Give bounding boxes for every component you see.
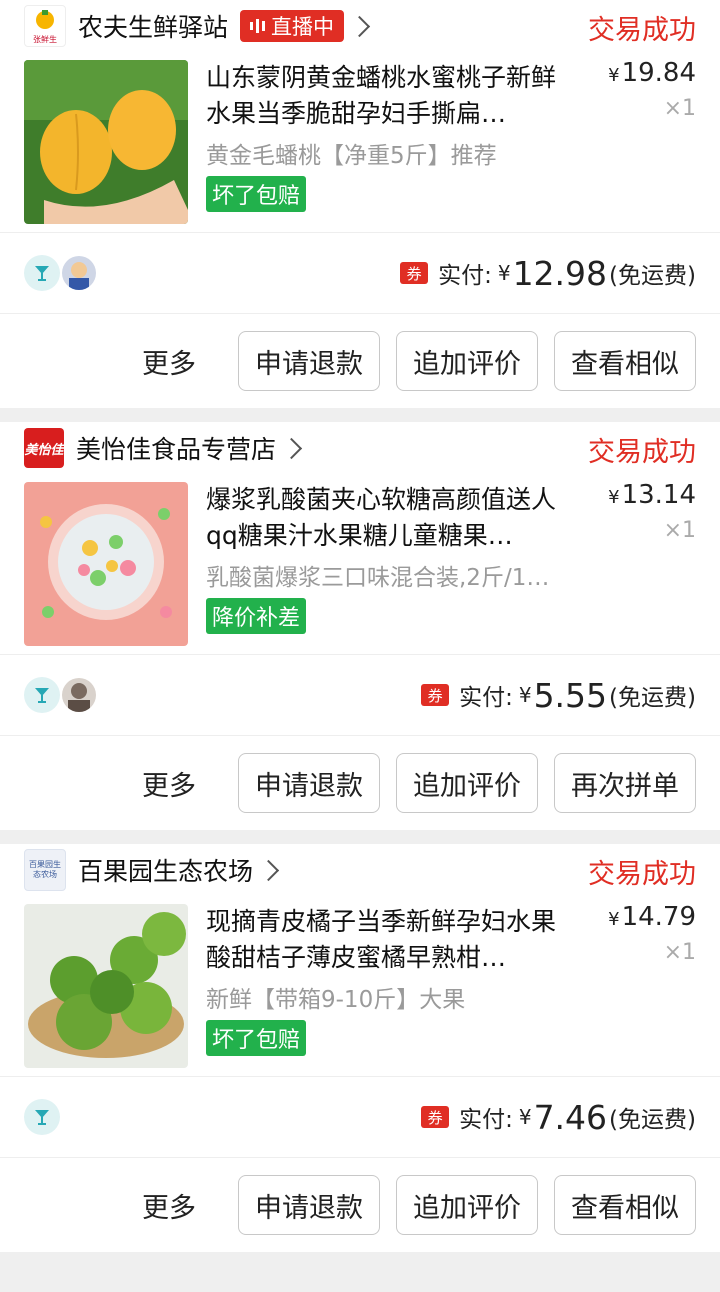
- currency-symbol: ¥: [518, 1105, 532, 1129]
- payment-row: 券 实付: ¥ 7.46 (免运费): [0, 1076, 720, 1158]
- price-value: 14.79: [621, 902, 696, 932]
- service-tag: 坏了包赔: [206, 1020, 307, 1056]
- product-info: 山东蒙阴黄金蟠桃水蜜桃子新鲜水果当季脆甜孕妇手撕扁… 黄金毛蟠桃【净重5斤】推荐…: [206, 60, 576, 232]
- shop-logo: 美怡佳: [24, 428, 64, 468]
- currency-symbol: ¥: [518, 683, 532, 707]
- product-image[interactable]: [24, 60, 188, 224]
- more-button[interactable]: 更多: [142, 764, 196, 803]
- product-title[interactable]: 现摘青皮橘子当季新鲜孕妇水果酸甜桔子薄皮蜜橘早熟柑…: [206, 904, 576, 976]
- currency-symbol: ¥: [608, 909, 620, 930]
- live-bars-icon: [250, 19, 266, 33]
- product-image[interactable]: [24, 904, 188, 1068]
- unit-price: ¥19.84 ×1: [608, 58, 696, 121]
- product-info: 现摘青皮橘子当季新鲜孕妇水果酸甜桔子薄皮蜜橘早熟柑… 新鲜【带箱9-10斤】大果…: [206, 904, 576, 1076]
- service-tag: 降价补差: [206, 598, 307, 634]
- avatar[interactable]: [62, 678, 96, 712]
- find-similar-button[interactable]: 查看相似: [554, 331, 696, 391]
- chevron-right-icon: [348, 15, 371, 37]
- product-info: 爆浆乳酸菌夹心软糖高颜值送人qq糖果汁水果糖儿童糖果… 乳酸菌爆浆三口味混合装,…: [206, 482, 576, 654]
- product-spec: 乳酸菌爆浆三口味混合装,2斤/1…: [206, 565, 550, 591]
- product-spec: 黄金毛蟠桃【净重5斤】推荐: [206, 143, 497, 169]
- paid-amount: 券 实付: ¥ 7.46 (免运费): [421, 1098, 696, 1137]
- more-button[interactable]: 更多: [142, 342, 196, 381]
- paid-value: 7.46: [533, 1097, 608, 1137]
- quantity: ×1: [663, 96, 696, 121]
- unit-price: ¥13.14 ×1: [608, 480, 696, 543]
- add-review-button[interactable]: 追加评价: [396, 331, 538, 391]
- product-title[interactable]: 山东蒙阴黄金蟠桃水蜜桃子新鲜水果当季脆甜孕妇手撕扁…: [206, 60, 576, 132]
- live-badge-label: 直播中: [271, 15, 335, 39]
- shop-logo: 张鲜生: [24, 5, 66, 47]
- shop-header[interactable]: 美怡佳 美怡佳食品专营店 交易成功: [0, 422, 720, 474]
- drink-cup-icon[interactable]: [24, 1099, 60, 1135]
- coupon-icon: 券: [421, 1106, 450, 1128]
- more-button[interactable]: 更多: [142, 1186, 196, 1225]
- coupon-icon: 券: [400, 262, 429, 284]
- paid-label: 实付:: [438, 263, 492, 289]
- shipping-note: (免运费): [609, 263, 696, 289]
- price-value: 19.84: [621, 58, 696, 88]
- order-status: 交易成功: [588, 437, 696, 468]
- order-card: 百果园生态农场 百果园生态农场 交易成功 现摘青皮橘子当季新鲜孕妇水果酸甜桔子薄…: [0, 844, 720, 1252]
- currency-symbol: ¥: [497, 261, 511, 285]
- avatar[interactable]: [62, 256, 96, 290]
- order-status: 交易成功: [588, 859, 696, 890]
- chevron-right-icon: [257, 859, 280, 881]
- action-bar: 更多 申请退款 追加评价 查看相似: [0, 314, 720, 408]
- action-bar: 更多 申请退款 追加评价 查看相似: [0, 1158, 720, 1252]
- quantity: ×1: [663, 940, 696, 965]
- currency-symbol: ¥: [608, 65, 620, 86]
- service-tag: 坏了包赔: [206, 176, 307, 212]
- product-row[interactable]: 现摘青皮橘子当季新鲜孕妇水果酸甜桔子薄皮蜜橘早熟柑… 新鲜【带箱9-10斤】大果…: [0, 896, 720, 1076]
- paid-value: 12.98: [512, 253, 608, 293]
- quantity: ×1: [663, 518, 696, 543]
- product-image[interactable]: [24, 482, 188, 646]
- shop-header[interactable]: 张鲜生 农夫生鲜驿站 直播中 交易成功: [0, 0, 720, 52]
- product-title[interactable]: 爆浆乳酸菌夹心软糖高颜值送人qq糖果汁水果糖儿童糖果…: [206, 482, 576, 554]
- reorder-button[interactable]: 再次拼单: [554, 753, 696, 813]
- drink-cup-icon[interactable]: [24, 255, 60, 291]
- live-badge[interactable]: 直播中: [240, 10, 345, 42]
- add-review-button[interactable]: 追加评价: [396, 753, 538, 813]
- refund-button[interactable]: 申请退款: [238, 1175, 380, 1235]
- shop-logo-text: 美怡佳: [24, 442, 64, 458]
- find-similar-button[interactable]: 查看相似: [554, 1175, 696, 1235]
- shipping-note: (免运费): [609, 685, 696, 711]
- price-value: 13.14: [621, 480, 696, 510]
- refund-button[interactable]: 申请退款: [238, 331, 380, 391]
- order-card: 张鲜生 农夫生鲜驿站 直播中 交易成功 山东蒙阴黄金蟠桃水蜜桃子新鲜水果当季脆甜…: [0, 0, 720, 408]
- shop-name[interactable]: 百果园生态农场: [78, 852, 253, 888]
- shop-logo-text: 张鲜生: [33, 34, 57, 44]
- action-bar: 更多 申请退款 追加评价 再次拼单: [0, 736, 720, 830]
- shop-logo-text: 百果园生态农场: [29, 860, 61, 879]
- payment-row: 券 实付: ¥ 5.55 (免运费): [0, 654, 720, 736]
- payment-row: 券 实付: ¥ 12.98 (免运费): [0, 232, 720, 314]
- order-card: 美怡佳 美怡佳食品专营店 交易成功 爆浆乳酸菌夹心软糖高颜值送人qq糖果汁水果糖…: [0, 422, 720, 830]
- shop-name[interactable]: 美怡佳食品专营店: [76, 430, 276, 466]
- drink-cup-icon[interactable]: [24, 677, 60, 713]
- paid-value: 5.55: [533, 675, 608, 715]
- chevron-right-icon: [280, 437, 303, 459]
- unit-price: ¥14.79 ×1: [608, 902, 696, 965]
- paid-label: 实付:: [459, 1107, 513, 1133]
- paid-amount: 券 实付: ¥ 5.55 (免运费): [421, 676, 696, 715]
- add-review-button[interactable]: 追加评价: [396, 1175, 538, 1235]
- refund-button[interactable]: 申请退款: [238, 753, 380, 813]
- coupon-icon: 券: [421, 684, 450, 706]
- product-row[interactable]: 爆浆乳酸菌夹心软糖高颜值送人qq糖果汁水果糖儿童糖果… 乳酸菌爆浆三口味混合装,…: [0, 474, 720, 654]
- shop-name[interactable]: 农夫生鲜驿站: [78, 8, 228, 44]
- shop-logo: 百果园生态农场: [24, 849, 66, 891]
- shop-header[interactable]: 百果园生态农场 百果园生态农场 交易成功: [0, 844, 720, 896]
- shipping-note: (免运费): [609, 1107, 696, 1133]
- product-spec: 新鲜【带箱9-10斤】大果: [206, 987, 466, 1013]
- order-status: 交易成功: [588, 15, 696, 46]
- product-row[interactable]: 山东蒙阴黄金蟠桃水蜜桃子新鲜水果当季脆甜孕妇手撕扁… 黄金毛蟠桃【净重5斤】推荐…: [0, 52, 720, 232]
- paid-label: 实付:: [459, 685, 513, 711]
- currency-symbol: ¥: [608, 487, 620, 508]
- paid-amount: 券 实付: ¥ 12.98 (免运费): [400, 254, 696, 293]
